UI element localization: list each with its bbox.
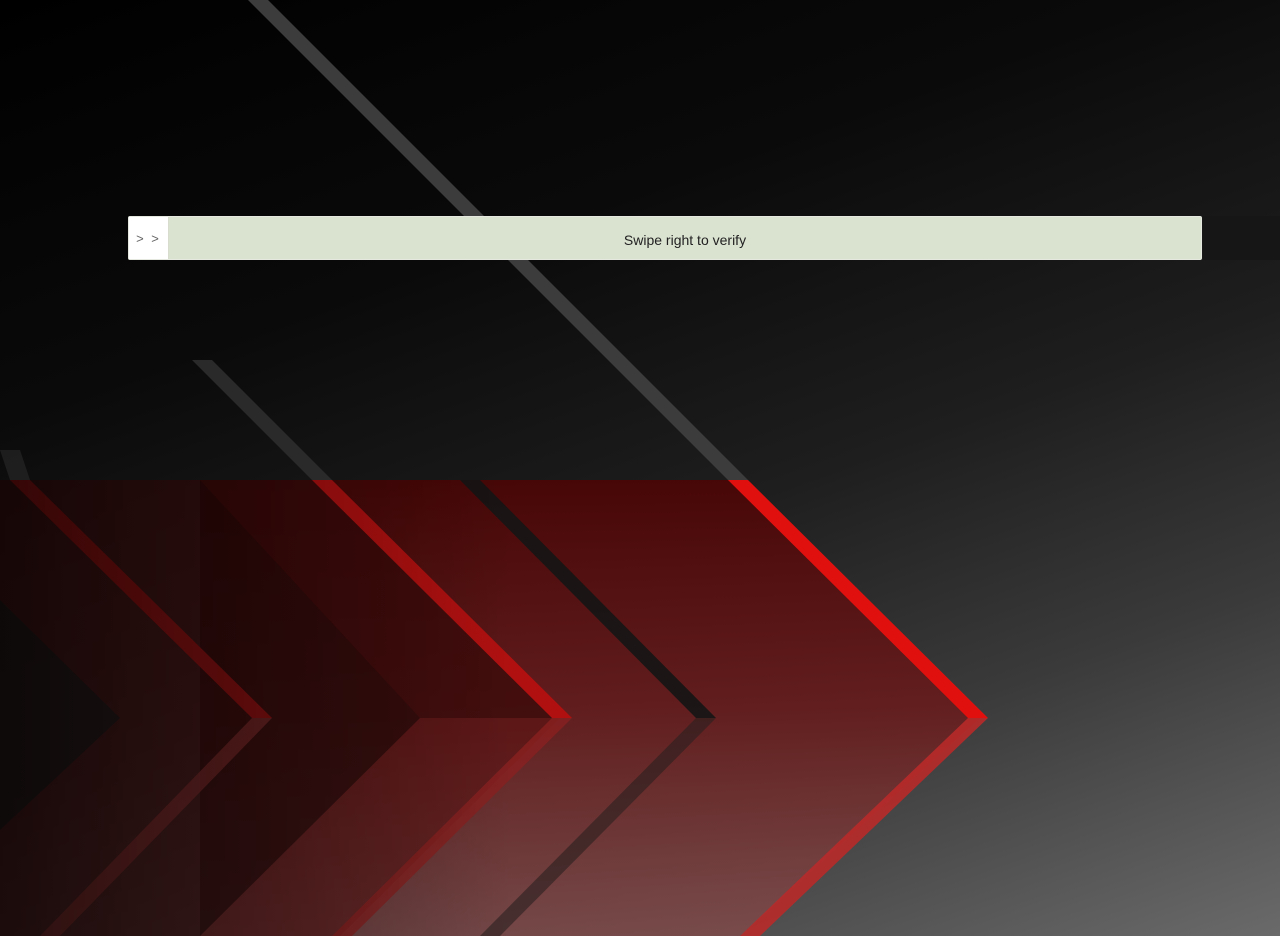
- slider-instruction: Swipe right to verify: [623, 232, 747, 248]
- slider-handle[interactable]: > >: [129, 217, 169, 259]
- slider-track-extension: [1203, 216, 1280, 260]
- swipe-verify-slider[interactable]: > > Swipe right to verify: [128, 216, 1202, 260]
- double-chevron-right-icon: > >: [136, 230, 161, 246]
- background-chevron-art: [0, 0, 1280, 936]
